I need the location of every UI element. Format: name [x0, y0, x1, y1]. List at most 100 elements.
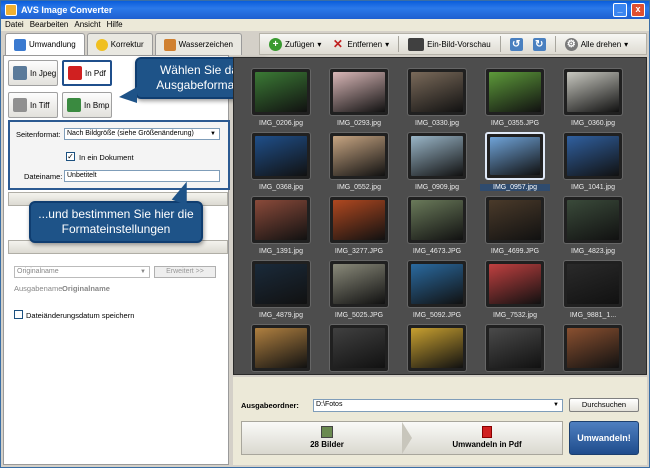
image-thumbnail-item[interactable]: IMG_5092.JPG — [402, 258, 472, 320]
image-thumbnail-item[interactable]: IMG_4823.jpg — [558, 194, 628, 256]
image-thumbnail-item[interactable] — [402, 322, 472, 374]
image-filename: IMG_4673.JPG — [412, 248, 462, 255]
image-thumbnail-item[interactable]: IMG_5025.JPG — [324, 258, 394, 320]
image-preview — [411, 200, 463, 240]
image-thumbnail-item[interactable]: IMG_7532.jpg — [480, 258, 550, 320]
page-format-value: Nach Bildgröße (siehe Größenänderung) — [67, 130, 194, 137]
image-thumbnail-item[interactable] — [558, 322, 628, 374]
image-preview — [255, 200, 307, 240]
image-thumbnail — [407, 68, 467, 116]
one-document-checkbox[interactable]: ✓ — [66, 152, 75, 161]
menu-ansicht[interactable]: Ansicht — [74, 19, 100, 31]
image-thumbnail-item[interactable]: IMG_3277.JPG — [324, 194, 394, 256]
image-preview — [255, 264, 307, 304]
extended-button[interactable]: Erweitert >> — [154, 266, 216, 278]
image-thumbnail-item[interactable]: IMG_4673.JPG — [402, 194, 472, 256]
remove-button[interactable]: ✕ Entfernen ▾ — [328, 35, 392, 53]
tab-label: Wasserzeichen — [178, 40, 233, 49]
image-filename: IMG_0330.jpg — [415, 120, 459, 127]
image-filename: IMG_0368.jpg — [259, 184, 303, 191]
image-thumbnail-item[interactable]: IMG_0957.jpg — [480, 130, 550, 192]
image-filename: IMG_7532.jpg — [493, 312, 537, 319]
image-preview — [333, 136, 385, 176]
output-folder-input[interactable]: D:\Fotos ▼ — [313, 399, 563, 412]
image-thumbnail-item[interactable]: IMG_1041.jpg — [558, 130, 628, 192]
image-thumbnail-item[interactable]: IMG_0355.JPG — [480, 66, 550, 128]
toolbar-separator — [398, 36, 400, 52]
image-preview — [255, 136, 307, 176]
image-grid[interactable]: IMG_0206.jpg IMG_0293.jpg IMG_0330.jpg IMG_… — [233, 57, 647, 375]
settings-callout: ...und bestimmen Sie hier die Formateins… — [29, 201, 203, 243]
image-thumbnail-item[interactable]: IMG_0909.jpg — [402, 130, 472, 192]
images-icon — [321, 426, 333, 438]
image-thumbnail — [407, 132, 467, 180]
format-jpeg-button[interactable]: In Jpeg — [8, 60, 58, 86]
image-thumbnail-item[interactable]: IMG_4879.jpg — [246, 258, 316, 320]
image-thumbnail — [251, 68, 311, 116]
keep-date-checkbox[interactable] — [14, 310, 23, 319]
image-thumbnail — [407, 324, 467, 372]
format-bmp-button[interactable]: In Bmp — [62, 92, 112, 118]
single-preview-button[interactable]: Ein-Bild-Vorschau — [405, 35, 494, 53]
image-thumbnail-item[interactable]: IMG_0330.jpg — [402, 66, 472, 128]
image-thumbnail — [485, 68, 545, 116]
image-filename: IMG_0206.jpg — [259, 120, 303, 127]
chevron-down-icon: ▾ — [624, 39, 629, 49]
plus-icon: + — [269, 37, 282, 51]
file-name-input[interactable]: Unbetitelt — [64, 170, 220, 182]
image-thumbnail-item[interactable]: IMG_0206.jpg — [246, 66, 316, 128]
image-thumbnail — [485, 132, 545, 180]
rename-mode-select[interactable]: Originalname ▼ — [14, 266, 150, 278]
image-preview — [411, 264, 463, 304]
browse-button[interactable]: Durchsuchen — [569, 398, 639, 412]
toolbar: + Zufügen ▾ ✕ Entfernen ▾ Ein-Bild-Vorsc… — [259, 33, 647, 55]
image-thumbnail — [329, 68, 389, 116]
image-filename: IMG_4823.jpg — [571, 248, 615, 255]
menu-datei[interactable]: Datei — [5, 19, 24, 31]
rotate-all-button[interactable]: ⚙ Alle drehen ▾ — [562, 35, 632, 53]
image-thumbnail — [251, 260, 311, 308]
image-thumbnail-item[interactable]: IMG_0293.jpg — [324, 66, 394, 128]
image-preview — [411, 72, 463, 112]
menu-bearbeiten[interactable]: Bearbeiten — [30, 19, 69, 31]
image-thumbnail-item[interactable]: IMG_4699.JPG — [480, 194, 550, 256]
close-button[interactable]: x — [631, 3, 645, 17]
star-icon — [95, 38, 108, 51]
rotate-right-button[interactable]: ↻ — [530, 35, 549, 53]
image-thumbnail-item[interactable] — [480, 322, 550, 374]
image-thumbnail-item[interactable]: IMG_0552.jpg — [324, 130, 394, 192]
image-thumbnail-item[interactable] — [246, 322, 316, 374]
image-thumbnail-item[interactable]: IMG_0368.jpg — [246, 130, 316, 192]
image-thumbnail — [407, 196, 467, 244]
image-filename: IMG_9881_1... — [569, 312, 617, 319]
output-name-label: Ausgabename: — [14, 284, 65, 293]
close-icon: ✕ — [332, 36, 343, 51]
file-name-value: Unbetitelt — [67, 172, 97, 179]
format-label: In Pdf — [85, 68, 106, 78]
minimize-button[interactable]: _ — [613, 3, 627, 17]
tab-umwandlung[interactable]: Umwandlung — [5, 33, 85, 55]
page-format-select[interactable]: Nach Bildgröße (siehe Größenänderung) ▼ — [64, 128, 220, 140]
convert-icon — [14, 38, 26, 51]
image-thumbnail-item[interactable]: IMG_9881_1... — [558, 258, 628, 320]
rotate-all-label: Alle drehen — [580, 39, 622, 49]
image-thumbnail-item[interactable] — [324, 322, 394, 374]
tab-wasserzeichen[interactable]: Wasserzeichen — [154, 33, 242, 55]
image-filename: IMG_0957.jpg — [480, 184, 550, 191]
tab-korrektur[interactable]: Korrektur — [86, 33, 153, 55]
rename-mode-value: Originalname — [17, 268, 59, 275]
image-thumbnail — [485, 324, 545, 372]
image-preview — [489, 200, 541, 240]
image-thumbnail-item[interactable]: IMG_0360.jpg — [558, 66, 628, 128]
add-button[interactable]: + Zufügen ▾ — [266, 35, 324, 53]
format-tiff-button[interactable]: In Tiff — [8, 92, 58, 118]
convert-button[interactable]: Umwandeln! — [569, 421, 639, 455]
rotate-left-button[interactable]: ↺ — [507, 35, 526, 53]
tab-label: Umwandlung — [29, 40, 76, 49]
image-filename: IMG_4699.JPG — [490, 248, 540, 255]
image-thumbnail-item[interactable]: IMG_1391.jpg — [246, 194, 316, 256]
image-preview — [567, 200, 619, 240]
menu-hilfe[interactable]: Hilfe — [107, 19, 123, 31]
target-format-step: Umwandeln in Pdf — [432, 426, 542, 449]
format-pdf-button[interactable]: In Pdf — [62, 60, 112, 86]
